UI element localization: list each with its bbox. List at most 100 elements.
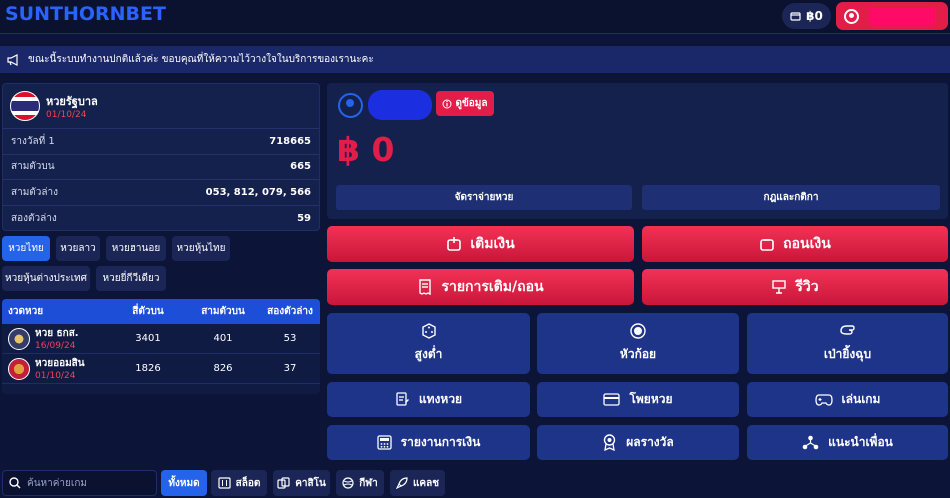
row-value: 718665 (269, 135, 311, 147)
three-top-cell: 826 (213, 363, 233, 374)
username-redacted (368, 90, 432, 120)
bet-slips-label: โพยหวย (629, 392, 673, 406)
user-panel: ดูข้อมูล ฿ 0 จัดราจ่ายหวย กฎและกติกา (327, 83, 948, 219)
tab-casino-label: คาสิโน (295, 477, 326, 489)
bet-slips-tile[interactable]: โพยหวย (537, 382, 739, 417)
hilo-tile[interactable]: สูงต่ำ (327, 313, 530, 374)
column-header: สามตัวบน (201, 306, 245, 317)
cards-icon (277, 477, 290, 489)
prize-results-label: ผลรางวัล (626, 435, 674, 449)
coin-flip-tile[interactable]: หัวก้อย (537, 313, 739, 374)
medal-icon (604, 434, 616, 451)
lotto-date: 01/10/24 (35, 371, 76, 381)
column-header: สองตัวล่าง (267, 306, 313, 317)
hilo-label: สูงต่ำ (414, 347, 443, 361)
lotto-name: หวยออมสิน (35, 358, 85, 369)
tab-sports-label: กีฬา (359, 477, 378, 489)
username-redacted (869, 7, 935, 25)
rocket-icon (395, 477, 408, 489)
logo[interactable]: SUNTHORNBET (5, 3, 166, 25)
hand-icon (839, 325, 855, 335)
tab-slots[interactable]: สล็อต (211, 470, 267, 496)
results-header: งวดหวย สี่ตัวบน สามตัวบน สองตัวล่าง (2, 299, 320, 324)
refer-friend-tile[interactable]: แนะนำเพื่อน (747, 425, 948, 460)
column-header: สี่ตัวบน (132, 306, 164, 317)
game-search-input[interactable]: ค้นหาค่ายเกม (2, 470, 157, 496)
user-avatar-icon (338, 93, 363, 118)
tab-lao-lotto[interactable]: หวยลาว (56, 236, 100, 261)
tab-all-games[interactable]: ทั้งหมด (161, 470, 207, 496)
row-label: สามตัวล่าง (11, 186, 59, 198)
finance-report-tile[interactable]: รายงานการเงิน (327, 425, 530, 460)
row-label: สองตัวล่าง (11, 212, 57, 224)
tab-yeekee-lotto[interactable]: หวยยี่กีวีเดียว (96, 266, 166, 291)
balance-pill[interactable]: ฿0 (782, 3, 831, 29)
review-icon (772, 280, 787, 294)
place-bet-tile[interactable]: แทงหวย (327, 382, 530, 417)
three-top-cell: 401 (213, 333, 233, 344)
rock-paper-scissors-label: เป่ายิ้งฉุบ (823, 347, 872, 361)
tab-casino[interactable]: คาสิโน (273, 470, 330, 496)
announcement-text: ขณะนี้ระบบทำงานปกติแล้วค่ะ ขอบคุณที่ให้ค… (28, 54, 374, 65)
network-icon (802, 435, 819, 449)
rock-paper-scissors-tile[interactable]: เป่ายิ้งฉุบ (747, 313, 948, 374)
lottery-card: หวยรัฐบาล 01/10/24 รางวัลที่ 1 718665 สา… (2, 83, 320, 231)
withdraw-button[interactable]: ถอนเงิน (642, 226, 948, 262)
place-bet-label: แทงหวย (418, 392, 463, 406)
lottery-row: สามตัวบน 665 (3, 155, 319, 180)
lotto-date: 16/09/24 (35, 341, 76, 351)
header-balance: ฿0 (806, 9, 823, 23)
tab-foreign-stock-lotto[interactable]: หวยหุ้นต่างประเทศ (2, 266, 90, 291)
dice-icon (421, 323, 436, 339)
user-menu-button[interactable] (836, 2, 948, 30)
ball-icon (342, 477, 354, 489)
lottery-title: หวยรัฐบาล (46, 95, 98, 108)
deposit-button[interactable]: เติมเงิน (327, 226, 634, 262)
deposit-icon (447, 237, 462, 251)
transactions-button[interactable]: รายการเติม/ถอน (327, 269, 634, 305)
announcement-bar: ขณะนี้ระบบทำงานปกติแล้วค่ะ ขอบคุณที่ให้ค… (0, 46, 950, 73)
gamepad-icon (814, 394, 833, 406)
two-bottom-cell: 37 (283, 363, 297, 374)
view-info-label: ดูข้อมูล (455, 98, 488, 109)
finance-report-label: รายงานการเงิน (400, 435, 481, 449)
table-row[interactable]: หวยออมสิน 01/10/24 1826 826 37 (2, 354, 320, 384)
tab-crash-label: แคลช (412, 477, 440, 489)
search-placeholder: ค้นหาค่ายเกม (27, 477, 87, 489)
results-table: งวดหวย สี่ตัวบน สามตัวบน สองตัวล่าง หวย … (2, 299, 320, 394)
lottery-row: สามตัวล่าง 053, 812, 079, 566 (3, 180, 319, 206)
row-value: 665 (290, 161, 311, 173)
lotto-name: หวย ธกส. (35, 328, 79, 339)
coin-flip-label: หัวก้อย (619, 347, 657, 361)
rules-button[interactable]: กฎและกติกา (642, 185, 940, 210)
transactions-label: รายการเติม/ถอน (441, 279, 544, 295)
receipt-icon (419, 279, 432, 295)
edit-list-icon (396, 392, 409, 406)
user-icon (844, 8, 859, 24)
slot-machine-icon (218, 477, 231, 489)
deposit-label: เติมเงิน (470, 236, 515, 252)
lotto-name-cell: หวย ธกส. 16/09/24 (2, 326, 110, 351)
tab-sports[interactable]: กีฬา (336, 470, 384, 496)
row-label: รางวัลที่ 1 (11, 135, 55, 147)
four-top-cell: 1826 (135, 363, 161, 374)
play-games-tile[interactable]: เล่นเกม (747, 382, 948, 417)
view-info-button[interactable]: ดูข้อมูล (436, 91, 494, 116)
payout-rates-button[interactable]: จัดราจ่ายหวย (336, 185, 632, 210)
tab-thai-stock-lotto[interactable]: หวยหุ้นไทย (172, 236, 230, 261)
prize-results-tile[interactable]: ผลรางวัล (537, 425, 739, 460)
megaphone-icon (7, 53, 18, 66)
four-top-cell: 3401 (135, 333, 161, 344)
thai-flag-icon (10, 91, 40, 121)
wallet-icon (790, 12, 801, 21)
lottery-header: หวยรัฐบาล 01/10/24 (3, 84, 319, 129)
calculator-icon (377, 435, 392, 450)
lottery-date: 01/10/24 (46, 110, 87, 120)
tab-crash[interactable]: แคลช (390, 470, 445, 496)
table-row[interactable]: หวย ธกส. 16/09/24 3401 401 53 (2, 324, 320, 354)
review-button[interactable]: รีวิว (642, 269, 948, 305)
tab-thai-lotto[interactable]: หวยไทย (2, 236, 50, 261)
tab-slots-label: สล็อต (235, 477, 261, 489)
gsb-emblem-icon (8, 357, 30, 380)
tab-hanoi-lotto[interactable]: หวยฮานอย (106, 236, 166, 261)
